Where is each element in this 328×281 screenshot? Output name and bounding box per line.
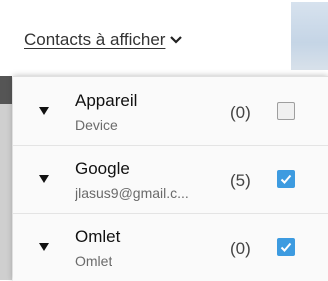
contacts-to-display-dropdown[interactable]: Contacts à afficher [24, 20, 183, 60]
account-subtitle: jlasus9@gmail.c... [75, 185, 189, 201]
expand-arrow-icon[interactable] [39, 243, 49, 251]
accounts-list: Appareil Device (0) Google jlasus9@gmail… [13, 76, 328, 281]
expand-arrow-icon[interactable] [39, 175, 49, 183]
account-checkbox[interactable] [277, 238, 295, 256]
contact-count: (5) [230, 171, 251, 190]
dropdown-label: Contacts à afficher [24, 30, 166, 49]
contact-count: (0) [230, 239, 251, 258]
account-row-appareil[interactable]: Appareil Device (0) [13, 77, 328, 146]
account-name: Google [75, 159, 130, 178]
account-checkbox[interactable] [277, 170, 295, 188]
chevron-down-icon [170, 36, 183, 44]
account-subtitle: Device [75, 117, 118, 133]
account-row-omlet[interactable]: Omlet Omlet (0) [13, 213, 328, 281]
checkmark-icon [280, 174, 292, 184]
account-name: Appareil [75, 91, 138, 110]
contact-count: (0) [230, 103, 251, 122]
account-name: Omlet [75, 227, 121, 246]
account-checkbox[interactable] [277, 102, 295, 120]
account-subtitle: Omlet [75, 253, 113, 269]
account-row-google[interactable]: Google jlasus9@gmail.c... (5) [13, 145, 328, 214]
background-strip [0, 76, 12, 280]
background-thumbnail [291, 2, 328, 70]
checkmark-icon [280, 242, 292, 252]
expand-arrow-icon[interactable] [39, 107, 49, 115]
background-strip-dark [0, 76, 12, 104]
